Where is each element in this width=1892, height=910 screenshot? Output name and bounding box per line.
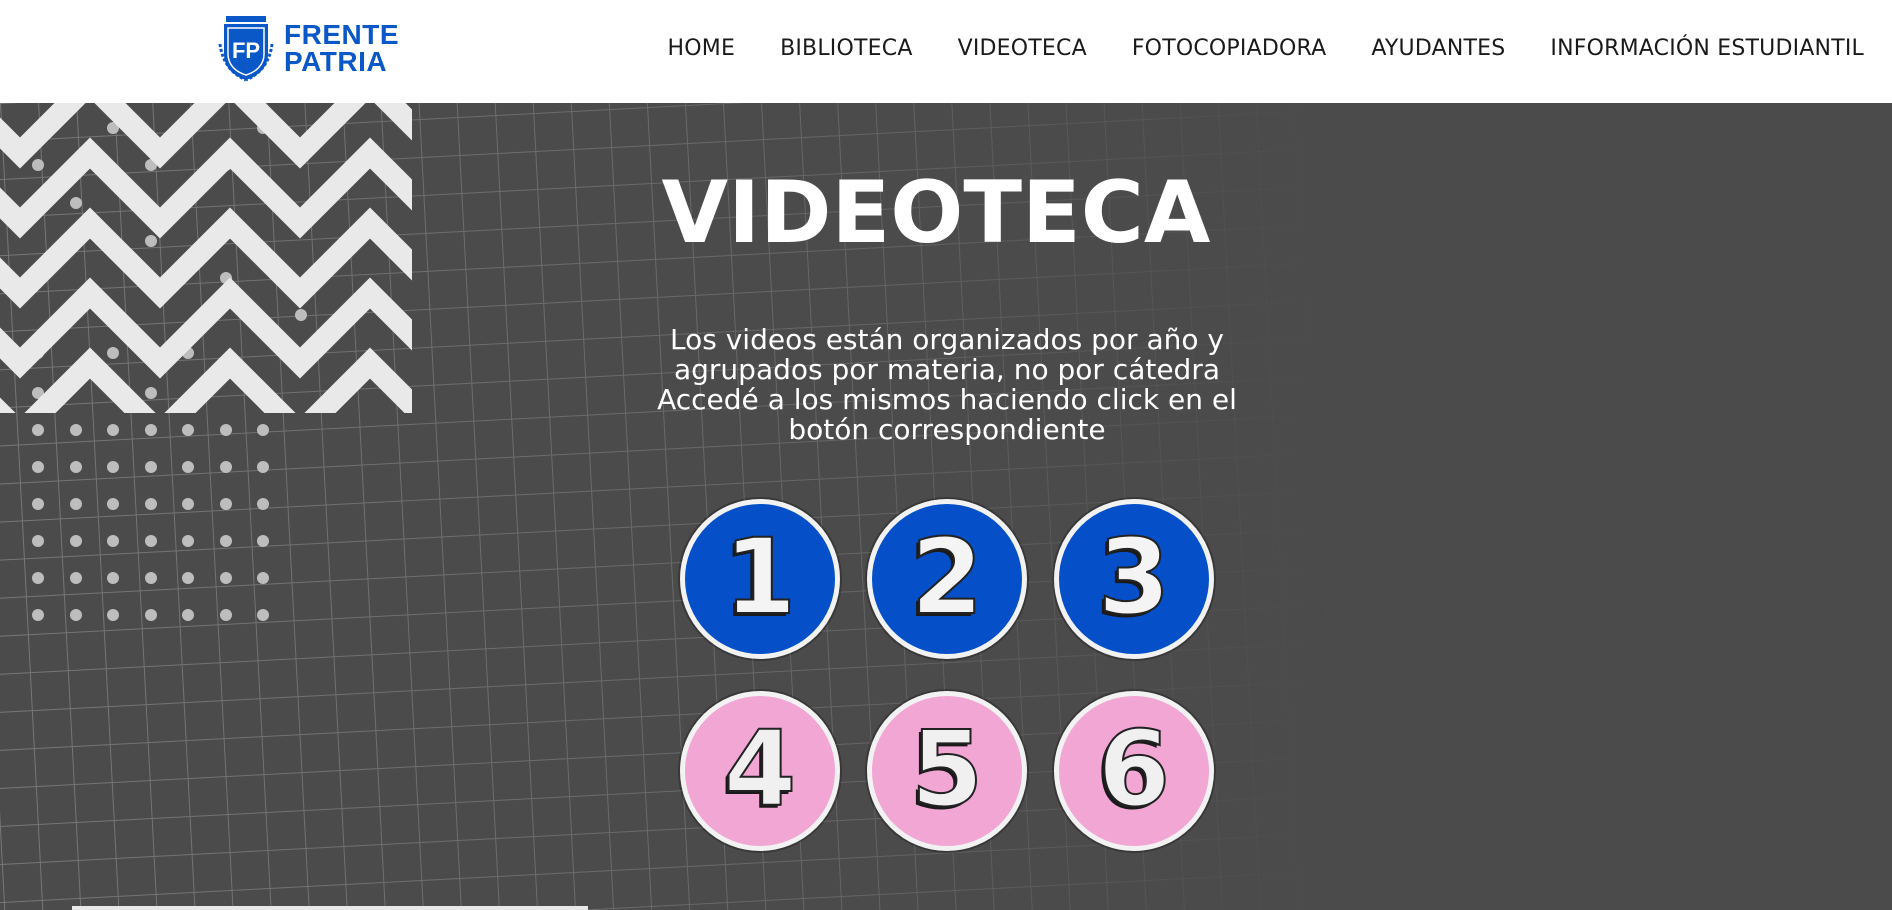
description-line: Los videos están organizados por año y (670, 323, 1224, 356)
year-3-label: 3 (1097, 516, 1171, 638)
shield-emblem-icon: FP (218, 16, 274, 82)
year-5-label: 5 (910, 708, 984, 830)
description-line: agrupados por materia, no por cátedra (673, 353, 1220, 386)
year-5-button[interactable]: 5 (867, 691, 1027, 851)
brand-logo[interactable]: FP FRENTE PATRIA (218, 14, 399, 82)
nav-home[interactable]: HOME (668, 36, 736, 61)
description-line: botón correspondiente (788, 413, 1106, 446)
year-6-label: 6 (1097, 708, 1171, 830)
year-1-label: 1 (723, 516, 797, 638)
year-6-button[interactable]: 6 (1054, 691, 1214, 851)
main-nav: HOME BIBLIOTECA VIDEOTECA FOTOCOPIADORA … (668, 36, 1864, 61)
brand-line-2: PATRIA (284, 46, 388, 77)
year-4-label: 4 (723, 708, 797, 830)
year-2-label: 2 (910, 516, 984, 638)
site-header: FP FRENTE PATRIA HOME BIBLIOTECA VIDEOTE… (0, 0, 1892, 103)
nav-fotocopiadora[interactable]: FOTOCOPIADORA (1132, 36, 1327, 61)
nav-videoteca[interactable]: VIDEOTECA (958, 36, 1087, 61)
page-description: Los videos están organizados por año y a… (600, 325, 1294, 445)
year-2-button[interactable]: 2 (867, 499, 1027, 659)
description-line: Accedé a los mismos haciendo click en el (657, 383, 1237, 416)
emblem-letters: FP (232, 38, 260, 63)
nav-ayudantes[interactable]: AYUDANTES (1371, 36, 1505, 61)
brand-name: FRENTE PATRIA (284, 19, 399, 77)
brand-line-1: FRENTE (284, 19, 399, 50)
year-4-button[interactable]: 4 (680, 691, 840, 851)
nav-biblioteca[interactable]: BIBLIOTECA (780, 36, 913, 61)
year-3-button[interactable]: 3 (1054, 499, 1214, 659)
year-1-button[interactable]: 1 (680, 499, 840, 659)
bottom-divider (72, 906, 588, 910)
hero-section: VIDEOTECA Los videos están organizados p… (0, 103, 1892, 910)
nav-informacion-estudiantil[interactable]: INFORMACIÓN ESTUDIANTIL (1550, 36, 1864, 61)
page-title: VIDEOTECA (661, 163, 1211, 263)
